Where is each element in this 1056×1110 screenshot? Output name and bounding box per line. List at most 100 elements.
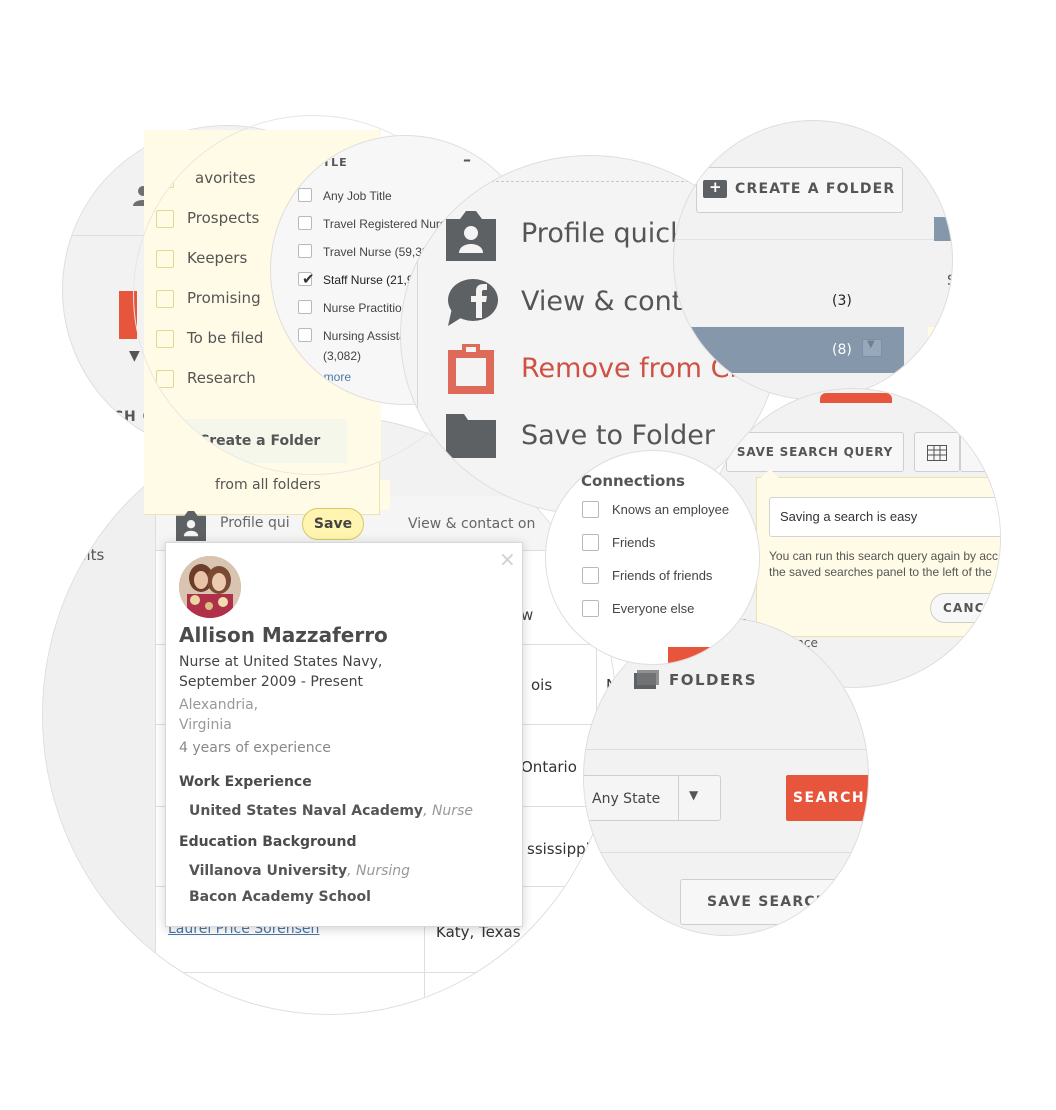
filter-checkbox-np[interactable] [298, 300, 312, 314]
right-frag-s: S [947, 273, 952, 289]
filter-checkbox-travel-nurse[interactable] [298, 244, 312, 258]
saved-folders-circle: + CREATE A FOLDER S (3) (8) ▼ [673, 120, 953, 400]
connections-checkbox-fof[interactable] [582, 567, 599, 584]
cell-ontario: Ontario [521, 758, 577, 776]
connections-checkbox-friends[interactable] [582, 534, 599, 551]
state-divider [584, 749, 868, 750]
save-search-query-button[interactable]: SAVE SEARCH QUERY [726, 432, 904, 472]
work-heading: Work Experience [179, 774, 312, 790]
work-org[interactable]: United States Naval Academy [189, 803, 423, 819]
folder-label-prospects: Prospects [187, 209, 260, 227]
work-role: , Nurse [423, 803, 473, 819]
profile-experience: 4 years of experience [179, 740, 331, 756]
profile-close-icon[interactable]: × [499, 547, 516, 571]
results-sidebar [43, 416, 155, 1014]
folder-checkbox-promising[interactable] [156, 290, 174, 308]
education-org[interactable]: Villanova University [189, 863, 347, 879]
education-heading: Education Background [179, 834, 357, 850]
create-folder-button[interactable]: + CREATE A FOLDER [696, 167, 903, 213]
education-entry-1: Villanova University, Nursing [189, 863, 410, 879]
connections-red-tab [668, 647, 718, 664]
cell-illinois: ois [531, 676, 553, 694]
filter-header: TITLE [309, 156, 348, 169]
folder-checkbox-favorites[interactable] [156, 170, 174, 188]
folder-plus-icon: + [703, 178, 727, 198]
save-search-query-label: SAVE SEARCH QUERY [736, 445, 894, 459]
action-save-to-folder[interactable]: Save to Folder [521, 420, 715, 451]
save-search-label: SAVE SEARCH Q [707, 894, 848, 910]
filter-checkbox-any[interactable] [298, 188, 312, 202]
save-folder-button[interactable]: Save [302, 508, 364, 540]
cancel-label: CANCE [943, 601, 995, 615]
filter-checkbox-na[interactable] [298, 328, 312, 342]
state-select-value: Any State [592, 791, 661, 807]
checkmark-icon: ✔ [302, 270, 315, 288]
state-search-circle: FOLDERS Any State ▼ SEARCH SAVE SEARCH Q [583, 618, 869, 936]
search-label: SEARCH [792, 790, 866, 806]
save-search-button[interactable]: SAVE SEARCH Q [680, 879, 868, 925]
folder-checkbox-to-be-filed[interactable] [156, 330, 174, 348]
connections-label-fof: Friends of friends [612, 568, 713, 583]
profile-location-line1: Alexandria, [179, 697, 259, 713]
folder-plus-icon: + [167, 431, 187, 450]
education-entry-2: Bacon Academy School [189, 889, 371, 905]
folder-icon [446, 414, 496, 458]
folder-count-3: (3) [832, 293, 852, 309]
action-menu-left-line [417, 181, 418, 481]
folders-stack-icon [634, 669, 660, 689]
view-toggle-button[interactable] [960, 432, 1000, 472]
table-grid-icon [927, 445, 947, 461]
folder-yellow-tab [928, 327, 952, 373]
filter-count-na: (3,082) [323, 349, 362, 363]
create-folder-link[interactable]: Create a Folder [199, 433, 320, 449]
connections-checkbox-employee[interactable] [582, 501, 599, 518]
filter-show-more-link[interactable]: ow more [305, 370, 351, 384]
profile-title-line2: September 2009 - Present [179, 674, 363, 690]
filter-collapse-icon[interactable]: – [463, 150, 471, 169]
search-button[interactable]: SEARCH [786, 775, 868, 821]
view-contact-link[interactable]: View & contact on [408, 516, 535, 532]
main-yellow-strip [380, 480, 390, 510]
clipboard-icon [448, 344, 494, 394]
popover-arrow [760, 469, 780, 479]
education-field: , Nursing [347, 863, 411, 879]
results-label: ults [77, 546, 105, 564]
filter-checkbox-travel-rn[interactable] [298, 216, 312, 230]
right-slate-strip [934, 217, 952, 241]
filter-label-any: Any Job Title [323, 189, 392, 203]
profile-name: Allison Mazzaferro [179, 623, 388, 647]
folder-checkbox-research[interactable] [156, 370, 174, 388]
connections-label-everyone: Everyone else [612, 601, 695, 616]
work-entry: United States Naval Academy, Nurse [189, 803, 473, 819]
connections-filter-circle: Connections Knows an employee Friends Fr… [545, 450, 760, 665]
folder-checkbox-keepers[interactable] [156, 250, 174, 268]
filter-checkbox-staff-nurse[interactable]: ✔ [298, 270, 315, 288]
folder-count-8: (8) [832, 342, 852, 358]
profile-quickview-icon [446, 211, 496, 261]
folder-checkbox-prospects[interactable] [156, 210, 174, 228]
folder-label-keepers: Keepers [187, 249, 248, 267]
save-query-input-value: Saving a search is easy [780, 509, 918, 524]
save-query-red-tab [820, 393, 892, 403]
cell-mississippi: ssissippi [527, 840, 590, 858]
connections-label-friends: Friends [612, 535, 656, 550]
save-folder-label: Save [313, 516, 353, 532]
create-folder-label: CREATE A FOLDER [735, 181, 896, 197]
save-query-name-input[interactable]: Saving a search is easy [769, 497, 1000, 537]
education-org[interactable]: Bacon Academy School [189, 889, 371, 905]
table-view-button[interactable] [914, 432, 960, 472]
cancel-button[interactable]: CANCE [930, 593, 1000, 623]
profile-location-line2: Virginia [179, 717, 232, 733]
toolbar-profile-quickview[interactable]: Profile qui [220, 515, 290, 531]
connections-checkbox-everyone[interactable] [582, 600, 599, 617]
connections-heading: Connections [581, 472, 685, 490]
folder-label-research: Research [187, 369, 256, 387]
remove-all-folders[interactable]: from all folders [215, 477, 321, 493]
connections-label-employee: Knows an employee [612, 502, 730, 517]
facebook-bubble-icon [446, 278, 498, 328]
folder-row-chevron-icon[interactable]: ▼ [862, 339, 882, 357]
state-select[interactable]: Any State ▼ [584, 775, 721, 821]
save-query-ts-frag: ts [760, 389, 772, 404]
folder-label-to-be-filed: To be filed [187, 329, 264, 347]
profile-card: × Allison Mazzaferro Nurse at United Sta… [165, 542, 523, 927]
